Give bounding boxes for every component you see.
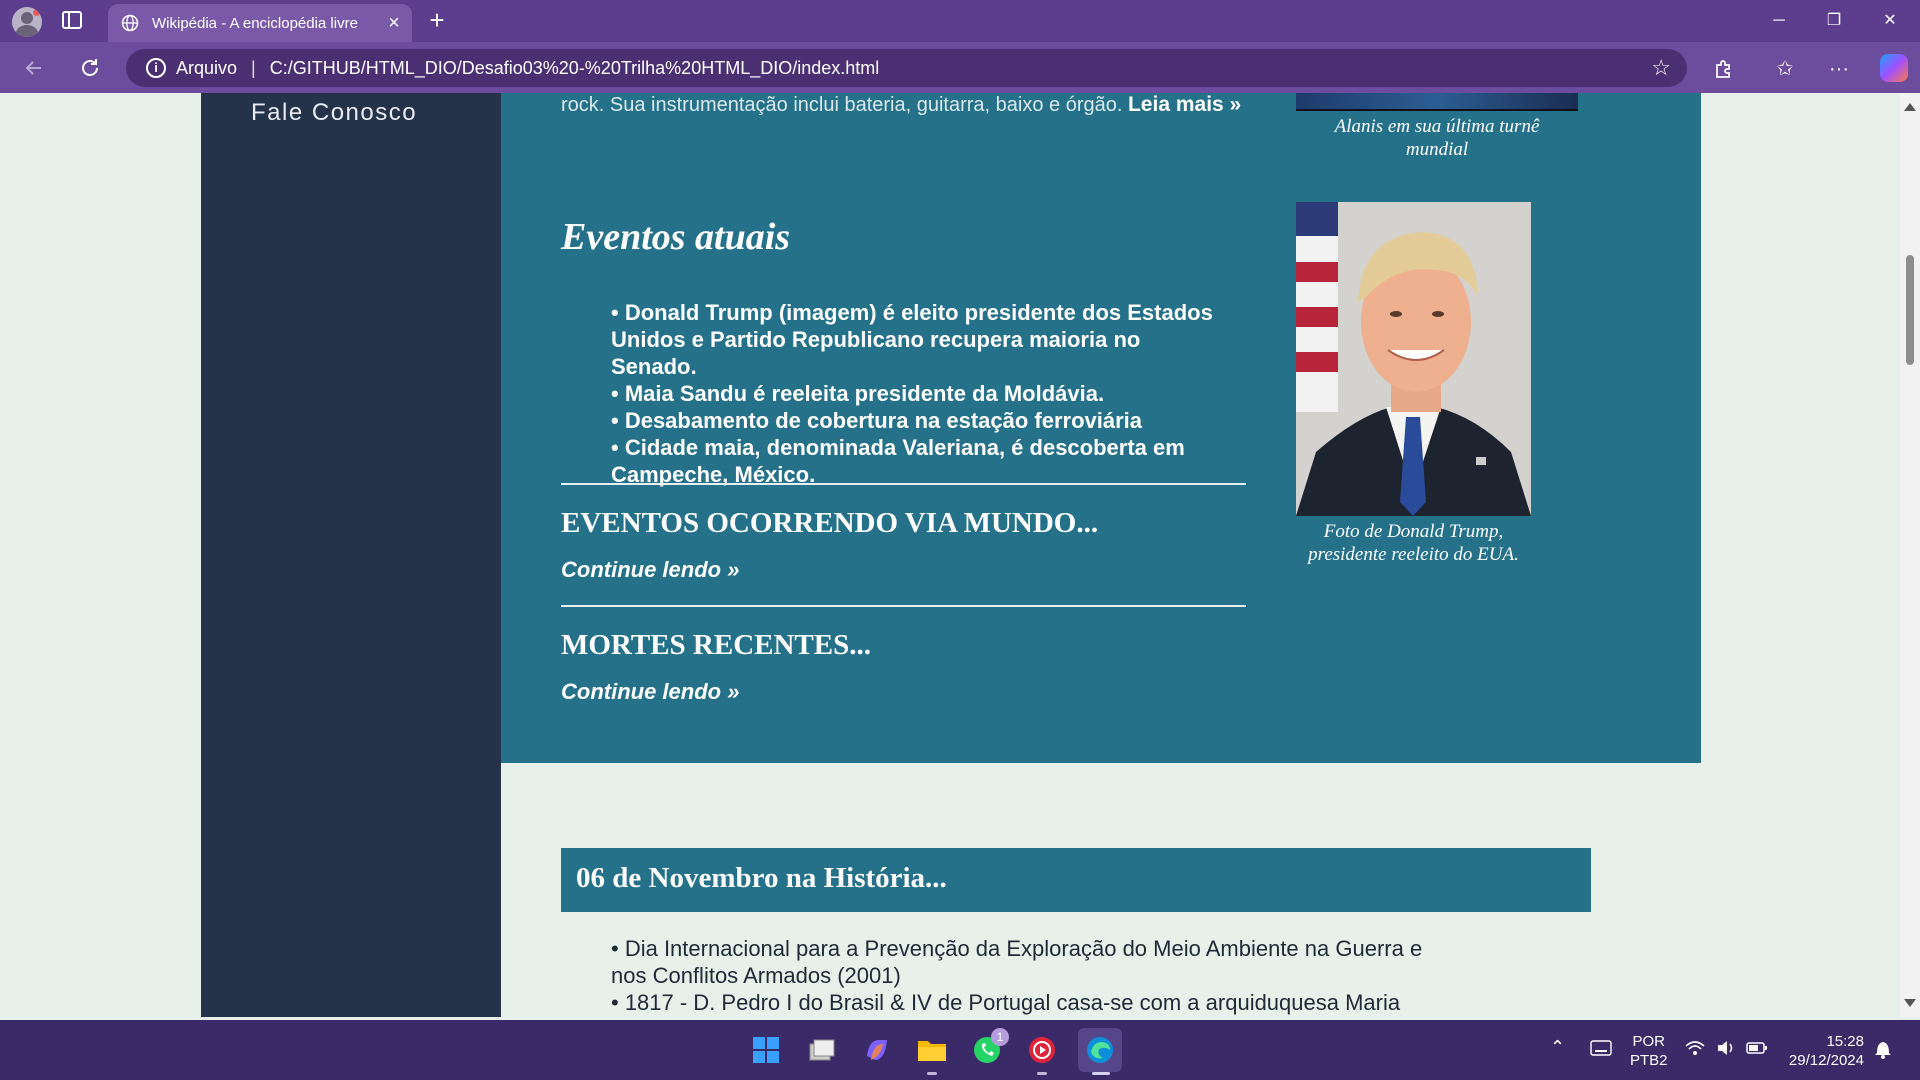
tab-actions-icon[interactable] [62,11,82,29]
copilot-taskbar-icon[interactable] [859,1032,895,1068]
section-recent-deaths-heading: MORTES RECENTES... [561,629,871,661]
address-separator: | [251,57,256,78]
whatsapp-icon[interactable]: 1 [969,1028,1009,1068]
keyboard-icon[interactable] [1590,1040,1612,1061]
event-item[interactable]: • Desabamento de cobertura na estação fe… [611,407,1231,434]
browser-title-bar: Wikipédia - A enciclopédia livre × + ─ ❐… [0,0,1920,42]
more-options-icon[interactable]: ··· [1822,52,1856,86]
copilot-icon[interactable] [1880,54,1908,82]
vertical-scrollbar[interactable] [1900,93,1920,1017]
events-heading: Eventos atuais [561,216,791,258]
edge-browser-icon[interactable] [1078,1028,1122,1072]
windows-start-icon[interactable] [748,1032,784,1068]
clock[interactable]: 15:28 29/12/2024 [1784,1032,1864,1070]
main-content-block: rock. Sua instrumentação inclui bateria,… [501,93,1701,763]
article-intro-text: rock. Sua instrumentação inclui bateria,… [561,93,1241,117]
browser-tab[interactable]: Wikipédia - A enciclopédia livre × [108,4,412,42]
task-view-icon[interactable] [804,1032,840,1068]
file-explorer-icon[interactable] [914,1032,950,1068]
history-item: • Dia Internacional para a Prevenção da … [611,936,1423,988]
page-viewport: Fale Conosco rock. Sua instrumentação in… [5,93,1900,1017]
trump-caption-line2: presidente reeleito do EUA. [1308,544,1519,565]
trump-caption-line1: Foto de Donald Trump, [1323,521,1504,542]
new-tab-button[interactable]: + [422,6,452,36]
globe-icon [120,13,140,33]
event-item[interactable]: • Cidade maia, denominada Valeriana, é d… [611,434,1231,488]
trump-caption: Foto de Donald Trump, presidente reeleit… [1296,520,1531,566]
continue-reading-link[interactable]: Continue lendo » [561,557,739,583]
address-url[interactable]: C:/GITHUB/HTML_DIO/Desafio03%20-%20Trilh… [270,58,1652,79]
input-language[interactable]: POR PTB2 [1630,1032,1668,1070]
sidebar-link-fale-conosco[interactable]: Fale Conosco [251,99,417,127]
scroll-up-arrow-icon[interactable] [1904,103,1916,111]
running-indicator [927,1072,937,1075]
history-list: • Dia Internacional para a Prevenção da … [611,935,1431,1016]
history-header: 06 de Novembro na História... [561,848,1591,912]
wifi-icon[interactable] [1685,1040,1705,1061]
events-list: • Donald Trump (imagem) é eleito preside… [611,299,1231,488]
alanis-caption: Alanis em sua última turnê mundial [1296,115,1578,161]
tab-title: Wikipédia - A enciclopédia livre [152,14,358,32]
history-title: 06 de Novembro na História... [576,862,947,894]
scroll-down-arrow-icon[interactable] [1904,999,1916,1007]
history-item: • 1817 - D. Pedro I do Brasil & IV de Po… [611,990,1401,1015]
clock-date: 29/12/2024 [1788,1052,1864,1069]
address-scheme-label: Arquivo [176,57,238,78]
reload-icon[interactable] [72,50,108,86]
favorites-icon[interactable]: ✩ [1768,52,1802,86]
keyboard-layout: PTB2 [1630,1052,1668,1069]
divider [561,483,1246,485]
active-indicator [1092,1072,1110,1075]
extensions-icon[interactable] [1707,52,1741,86]
minimize-button[interactable]: ─ [1751,0,1807,42]
notification-badge: 1 [991,1028,1009,1046]
intro-text: rock. Sua instrumentação inclui bateria,… [561,94,1123,116]
show-hidden-icons-chevron-icon[interactable]: ⌃ [1550,1038,1565,1057]
address-bar[interactable]: i Arquivo | C:/GITHUB/HTML_DIO/Desafio03… [126,49,1687,87]
back-icon[interactable] [16,50,52,86]
alanis-caption-line2: mundial [1405,139,1469,160]
windows-taskbar: 1 ⌃ POR PTB2 15:28 29/12/2024 [0,1020,1920,1080]
continue-reading-link[interactable]: Continue lendo » [561,679,739,705]
scrollbar-thumb[interactable] [1906,255,1914,365]
tab-close-button[interactable]: × [380,12,408,35]
alanis-caption-line1: Alanis em sua última turnê [1334,116,1540,137]
divider [561,605,1246,607]
restore-button[interactable]: ❐ [1806,0,1862,42]
battery-icon[interactable] [1746,1040,1768,1061]
event-item[interactable]: • Maia Sandu é reeleita presidente da Mo… [611,380,1231,407]
browser-toolbar: i Arquivo | C:/GITHUB/HTML_DIO/Desafio03… [0,42,1920,93]
event-item[interactable]: • Donald Trump (imagem) é eleito preside… [611,299,1231,380]
close-window-button[interactable]: ✕ [1862,0,1918,42]
volume-icon[interactable] [1716,1040,1736,1061]
language-code: POR [1632,1033,1666,1050]
sidebar: Fale Conosco [201,93,501,1017]
media-player-icon[interactable] [1024,1032,1060,1068]
clock-time: 15:28 [1826,1033,1864,1050]
notification-bell-icon[interactable] [1874,1039,1892,1064]
section-world-events-heading: EVENTOS OCORRENDO VIA MUNDO... [561,507,1099,539]
alanis-image [1296,93,1578,111]
info-icon[interactable]: i [146,58,166,78]
profile-avatar[interactable] [12,7,42,37]
read-more-link[interactable]: Leia mais » [1128,93,1241,116]
favorite-star-icon[interactable]: ☆ [1651,55,1671,81]
donald-trump-photo [1296,202,1531,516]
running-indicator [1037,1072,1047,1075]
